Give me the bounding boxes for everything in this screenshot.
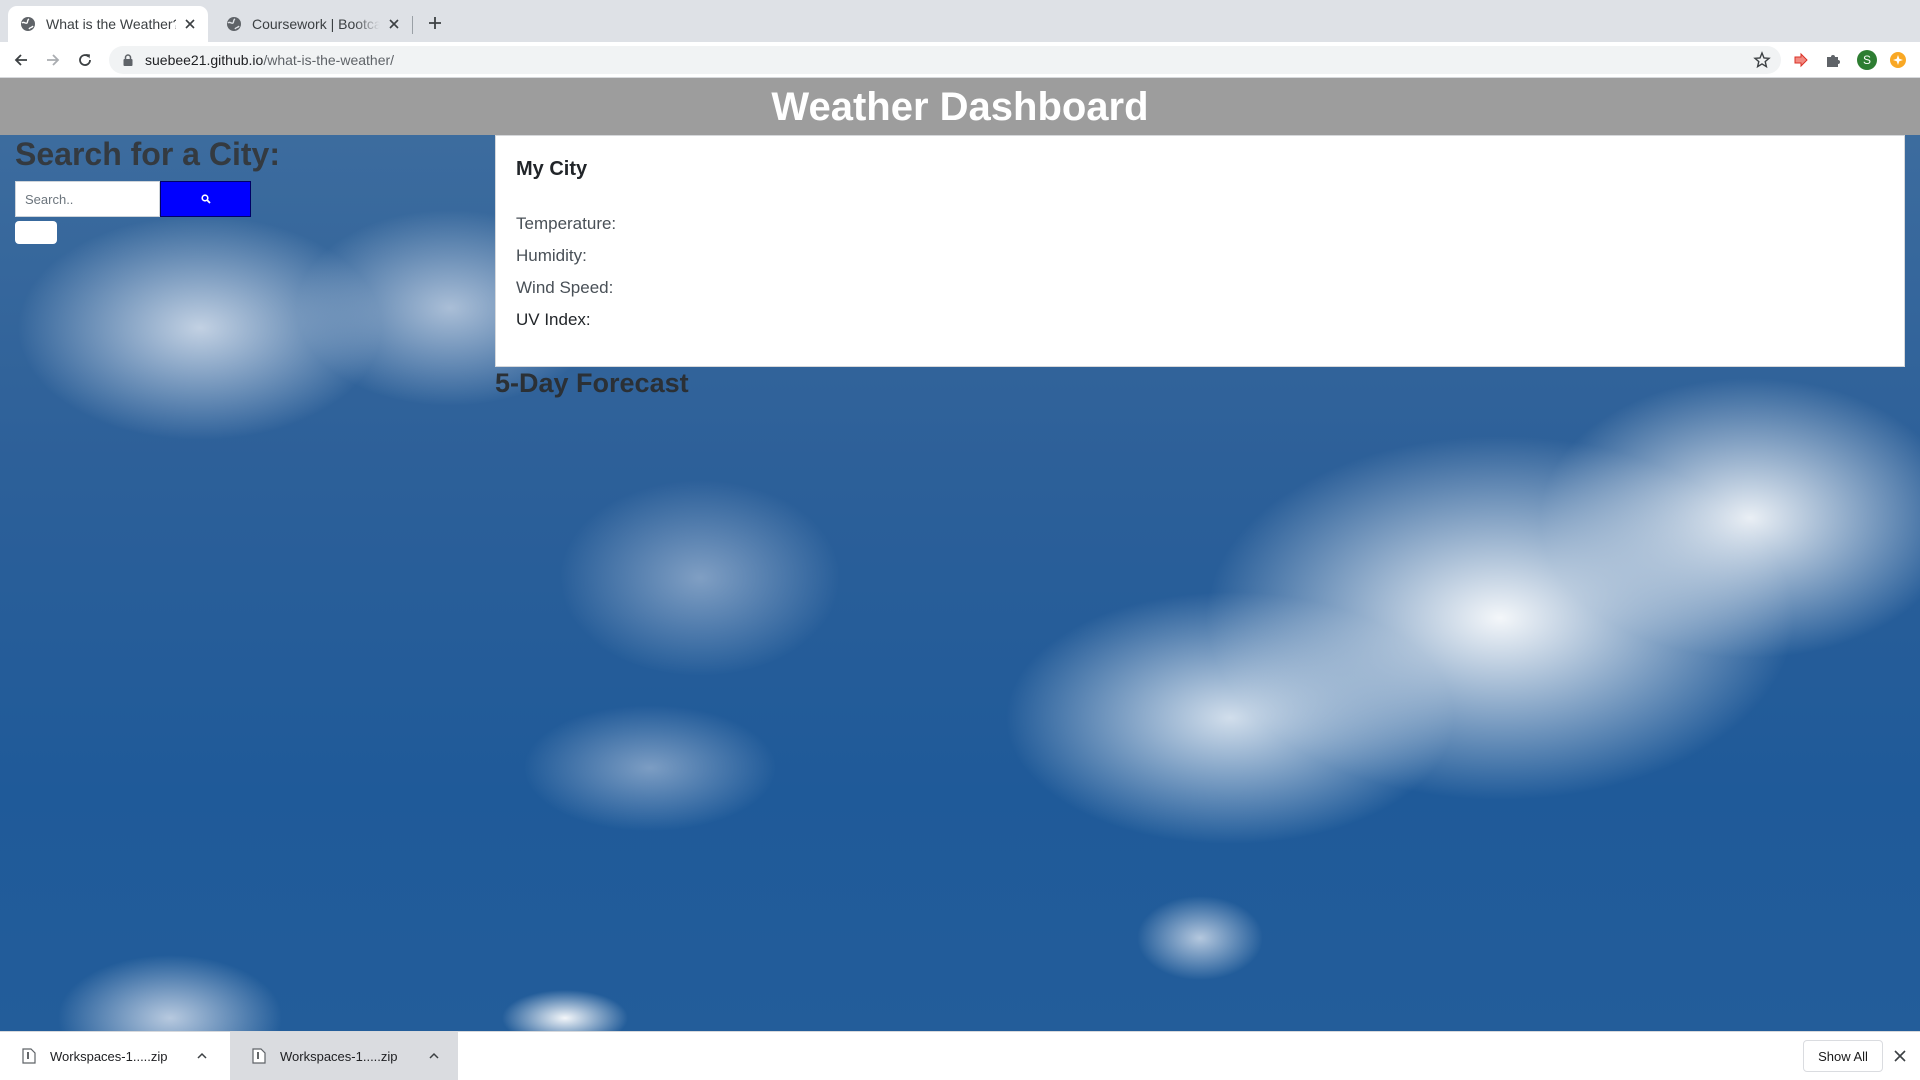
tab-what-is-the-weather[interactable]: What is the Weather? [8,6,208,42]
forward-icon[interactable] [41,48,65,72]
back-icon[interactable] [9,48,33,72]
lock-icon [123,54,133,66]
globe-icon [21,17,35,31]
download-item[interactable]: Workspaces-1.....zip [0,1032,226,1080]
page-title: Weather Dashboard [771,84,1149,129]
clear-history-button[interactable] [15,221,57,244]
extension-sun-icon[interactable] [1889,51,1907,69]
browser-toolbar: suebee21.github.io/what-is-the-weather/ … [0,42,1920,78]
profile-avatar[interactable]: S [1857,50,1877,70]
temperature-label: Temperature: [516,214,617,233]
tab-coursework[interactable]: Coursework | Bootcamp Spot [214,6,412,42]
forecast-heading: 5-Day Forecast [495,368,689,398]
tab-title: What is the Weather? [46,16,176,32]
download-item[interactable]: Workspaces-1.....zip [230,1032,458,1080]
url-text: suebee21.github.io/what-is-the-weather/ [145,52,394,68]
download-filename: Workspaces-1.....zip [280,1048,398,1064]
close-icon[interactable] [1891,1047,1909,1065]
search-heading: Search for a City: [15,136,280,172]
wind-speed-label: Wind Speed: [516,278,614,297]
reload-icon[interactable] [73,48,97,72]
humidity-label: Humidity: [516,246,587,265]
close-tab-icon[interactable] [182,16,198,32]
download-filename: Workspaces-1.....zip [50,1048,168,1064]
uv-index-label: UV Index: [516,310,591,329]
tab-separator [412,16,413,34]
file-icon [22,1048,36,1064]
chevron-up-icon[interactable] [194,1048,210,1064]
search-button[interactable] [160,181,251,217]
city-search-input[interactable] [15,181,160,217]
show-all-downloads-button[interactable]: Show All [1803,1040,1883,1072]
page-header: Weather Dashboard [0,78,1920,135]
current-weather-card: My City Temperature: Humidity: Wind Spee… [495,135,1905,367]
url-path: /what-is-the-weather/ [263,52,395,68]
address-bar[interactable]: suebee21.github.io/what-is-the-weather/ [109,46,1781,74]
chevron-up-icon[interactable] [426,1048,442,1064]
city-name: My City [516,158,588,180]
extension-arrow-icon[interactable] [1792,51,1810,69]
page-viewport: Weather Dashboard Search for a City: My … [0,78,1920,1031]
file-icon [252,1048,266,1064]
globe-icon [227,17,241,31]
search-icon [200,194,211,204]
url-host: suebee21.github.io [145,52,264,68]
extensions-puzzle-icon[interactable] [1824,51,1842,69]
tab-strip: What is the Weather? Coursework | Bootca… [0,0,1920,42]
new-tab-icon[interactable] [424,12,446,34]
tab-title: Coursework | Bootcamp Spot [252,16,380,32]
download-shelf: Workspaces-1.....zip Workspaces-1.....zi… [0,1031,1920,1080]
close-tab-icon[interactable] [386,16,402,32]
bookmark-star-icon[interactable] [1753,51,1771,69]
